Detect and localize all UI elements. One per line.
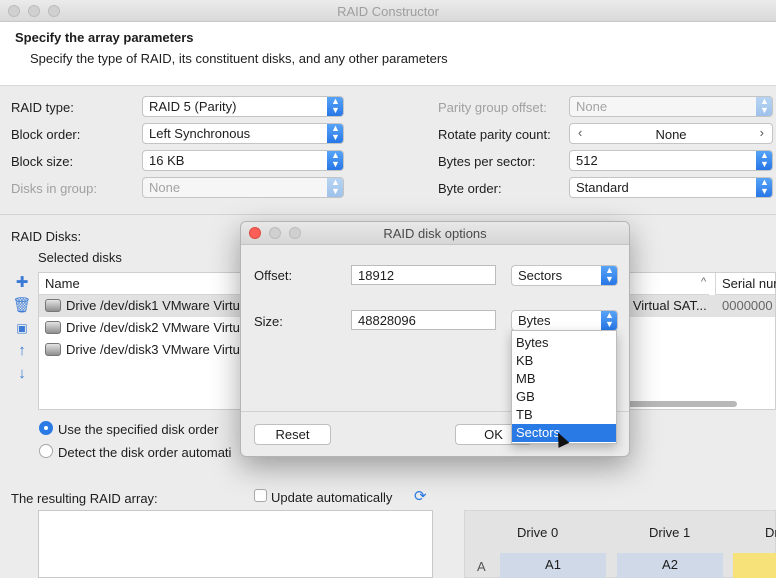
use-specified-order-radio[interactable]: [39, 421, 53, 435]
unit-option-mb[interactable]: MB: [512, 370, 616, 388]
size-label: Size:: [254, 314, 283, 329]
resulting-array-output: [38, 510, 433, 578]
parity-group-offset-label: Parity group offset:: [438, 100, 547, 115]
grid-cell-parity: [733, 553, 776, 578]
raid-disks-label: RAID Disks:: [11, 229, 82, 244]
unit-option-bytes[interactable]: Bytes: [512, 334, 616, 352]
reset-button[interactable]: Reset: [254, 424, 331, 445]
size-unit-select[interactable]: Bytes ▲ ▼: [511, 310, 618, 331]
drive-header: Dr: [765, 525, 776, 540]
unit-option-kb[interactable]: KB: [512, 352, 616, 370]
dialog-titlebar: RAID disk options: [241, 222, 629, 245]
resulting-array-label: The resulting RAID array:: [11, 491, 158, 506]
updown-arrows-icon: ▲ ▼: [756, 97, 772, 116]
block-size-select[interactable]: 16 KB ▲ ▼: [142, 150, 344, 171]
bytes-per-sector-select[interactable]: 512 ▲ ▼: [569, 150, 773, 171]
block-size-label: Block size:: [11, 154, 74, 169]
disk-model: e Virtual SAT...: [622, 298, 707, 313]
row-label: A: [477, 559, 486, 574]
add-disk-icon[interactable]: ✚: [12, 274, 32, 292]
parity-group-offset-select[interactable]: None ▲ ▼: [569, 96, 773, 117]
column-header-serial[interactable]: Serial nur: [715, 273, 776, 295]
rotate-parity-count-label: Rotate parity count:: [438, 127, 551, 142]
sort-chevron-up-icon[interactable]: ^: [701, 276, 706, 288]
updown-arrows-icon: ▲ ▼: [327, 124, 343, 143]
page-header: Specify the array parameters Specify the…: [0, 22, 776, 86]
updown-arrows-icon: ▲ ▼: [756, 178, 772, 197]
bytes-per-sector-value: 512: [576, 153, 598, 168]
hard-drive-icon: [45, 343, 61, 356]
disks-in-group-select[interactable]: None ▲ ▼: [142, 177, 344, 198]
raid-layout-grid: Drive 0 Drive 1 Dr A A1 A2: [464, 510, 776, 578]
byte-order-label: Byte order:: [438, 181, 502, 196]
grid-cell: A2: [617, 553, 723, 578]
page-title: Specify the array parameters: [15, 30, 194, 45]
offset-unit-value: Sectors: [518, 268, 563, 283]
size-unit-dropdown-menu[interactable]: Bytes KB MB GB TB Sectors: [511, 330, 617, 444]
update-automatically-checkbox[interactable]: [254, 489, 267, 502]
disks-in-group-label: Disks in group:: [11, 181, 97, 196]
size-unit-value: Bytes: [518, 313, 551, 328]
grid-cell: A1: [500, 553, 606, 578]
raid-type-label: RAID type:: [11, 100, 74, 115]
use-specified-order-label: Use the specified disk order: [58, 422, 219, 437]
trash-icon[interactable]: 🗑: [12, 297, 32, 315]
offset-unit-select[interactable]: Sectors ▲ ▼: [511, 265, 618, 286]
block-order-select[interactable]: Left Synchronous ▲ ▼: [142, 123, 344, 144]
detect-order-label: Detect the disk order automati: [58, 445, 232, 460]
block-size-value: 16 KB: [149, 153, 185, 168]
disk-serial: 0000000: [722, 298, 773, 313]
arrow-up-icon[interactable]: ↑: [12, 342, 32, 360]
disk-properties-icon[interactable]: ▣: [12, 319, 32, 337]
raid-type-select[interactable]: RAID 5 (Parity) ▲ ▼: [142, 96, 344, 117]
block-order-label: Block order:: [11, 127, 81, 142]
updown-arrows-icon: ▲ ▼: [756, 151, 772, 170]
size-input[interactable]: 48828096: [351, 310, 496, 330]
drive-header: Drive 1: [649, 525, 691, 540]
section-divider: [0, 214, 776, 215]
refresh-icon[interactable]: ⟳: [414, 487, 427, 505]
updown-arrows-icon: ▲ ▼: [327, 178, 343, 197]
bytes-per-sector-label: Bytes per sector:: [438, 154, 536, 169]
offset-input[interactable]: 18912: [351, 265, 496, 285]
block-order-value: Left Synchronous: [149, 126, 251, 141]
drive-header: Drive 0: [517, 525, 559, 540]
selected-disks-label: Selected disks: [38, 250, 122, 265]
chevron-right-icon[interactable]: ›: [760, 125, 764, 140]
raid-type-value: RAID 5 (Parity): [149, 99, 237, 114]
unit-option-gb[interactable]: GB: [512, 388, 616, 406]
disk-name: Drive /dev/disk3 VMware Virtu: [66, 342, 240, 357]
hard-drive-icon: [45, 299, 61, 312]
updown-arrows-icon: ▲ ▼: [327, 97, 343, 116]
arrow-down-icon[interactable]: ↓: [12, 365, 32, 383]
disk-name: Drive /dev/disk1 VMware Virtu: [66, 298, 240, 313]
updown-arrows-icon: ▲ ▼: [601, 311, 617, 330]
hard-drive-icon: [45, 321, 61, 334]
window-title: RAID Constructor: [337, 4, 439, 19]
page-subtitle: Specify the type of RAID, its constituen…: [30, 51, 448, 66]
disk-name: Drive /dev/disk2 VMware Virtu: [66, 320, 240, 335]
dialog-title: RAID disk options: [383, 226, 487, 241]
updown-arrows-icon: ▲ ▼: [601, 266, 617, 285]
rotate-parity-count-value: None: [655, 127, 687, 142]
detect-order-radio[interactable]: [39, 444, 53, 458]
unit-option-tb[interactable]: TB: [512, 406, 616, 424]
window-titlebar: RAID Constructor: [0, 0, 776, 22]
disks-in-group-value: None: [149, 180, 181, 195]
parity-group-offset-value: None: [576, 99, 608, 114]
offset-label: Offset:: [254, 268, 293, 283]
update-automatically-label: Update automatically: [271, 490, 393, 505]
byte-order-select[interactable]: Standard ▲ ▼: [569, 177, 773, 198]
rotate-parity-count-stepper[interactable]: ‹ None ›: [569, 123, 773, 144]
updown-arrows-icon: ▲ ▼: [327, 151, 343, 170]
byte-order-value: Standard: [576, 180, 629, 195]
